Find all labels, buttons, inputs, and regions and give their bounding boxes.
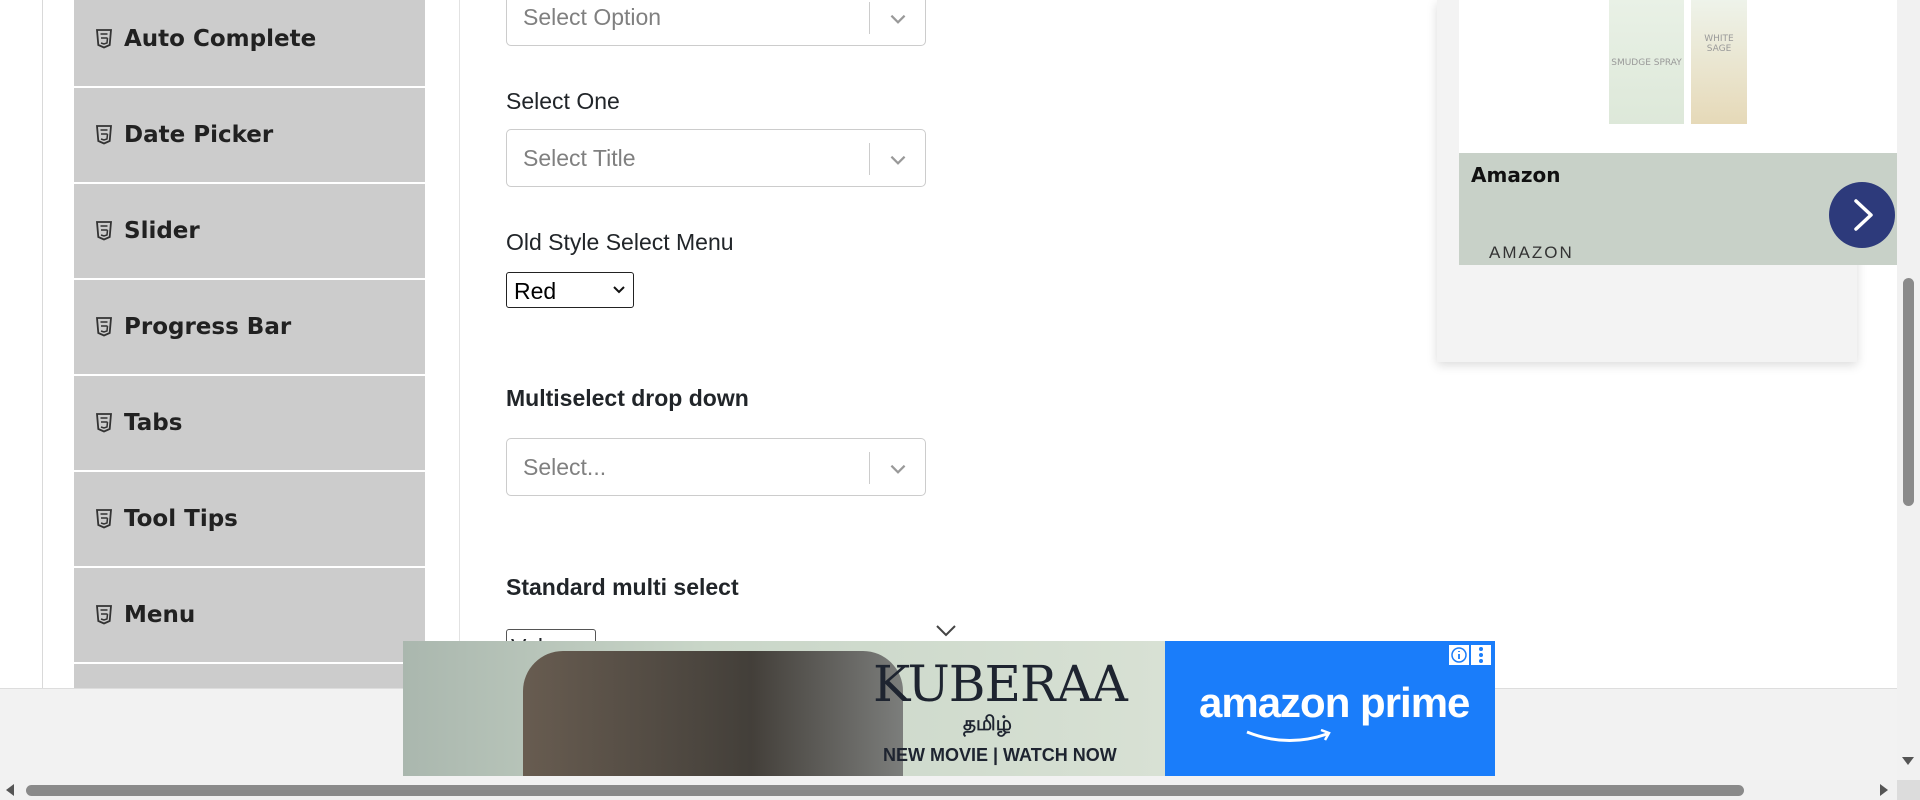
html5-icon <box>96 28 114 50</box>
ad-product-image: SMUDGE SPRAY WHITE SAGE <box>1459 0 1897 153</box>
amazon-smile-icon <box>1246 729 1331 742</box>
ad-brand: AMAZON <box>1489 243 1574 262</box>
horizontal-scrollbar[interactable] <box>0 780 1920 800</box>
chevron-down-icon[interactable] <box>887 149 909 171</box>
sidebar-item-label: Slider <box>124 218 200 244</box>
banner-ad[interactable]: KUBERAA தமிழ் NEW MOVIE | WATCH NOW amaz… <box>403 641 1495 776</box>
chevron-down-icon[interactable] <box>887 8 909 30</box>
product-label-text: WHITE SAGE <box>1704 34 1734 54</box>
multiselect-dropdown[interactable]: Select... <box>506 438 926 496</box>
sidebar-item-label: Progress Bar <box>124 314 292 340</box>
chevron-right-icon <box>1854 199 1873 231</box>
multiselect-placeholder: Select... <box>523 454 607 480</box>
select-title-dropdown[interactable]: Select Title <box>506 129 926 187</box>
select-option-placeholder: Select Option <box>523 4 662 30</box>
chevron-down-icon[interactable] <box>935 623 957 639</box>
ad-open-button[interactable] <box>1829 182 1895 248</box>
select-title-placeholder: Select Title <box>523 145 636 171</box>
sidebar-item-tool-tips[interactable]: Tool Tips <box>74 472 425 566</box>
dropdown-separator <box>869 2 870 34</box>
chevron-down-icon <box>613 286 625 294</box>
sidebar-item-progress-bar[interactable]: Progress Bar <box>74 280 425 374</box>
sidebar-item-auto-complete[interactable]: Auto Complete <box>74 0 425 86</box>
vertical-scrollbar-thumb[interactable] <box>1903 278 1914 506</box>
select-one-label: Select One <box>506 88 620 114</box>
html5-icon <box>96 124 114 146</box>
sidebar-menu: Auto Complete Date Picker Slider Progres… <box>74 0 425 688</box>
ad-more-options-icon[interactable] <box>1471 645 1491 665</box>
sidebar-item-label: Tool Tips <box>124 506 238 532</box>
sidebar-item-date-picker[interactable]: Date Picker <box>74 88 425 182</box>
dropdown-separator <box>869 452 870 484</box>
sidebar-item-label: Auto Complete <box>124 26 317 52</box>
ad-info-icon[interactable] <box>1449 645 1469 665</box>
sidebar-item-label: Menu <box>124 602 196 628</box>
horizontal-scrollbar-thumb[interactable] <box>26 785 1744 796</box>
banner-cta: NEW MOVIE | WATCH NOW <box>883 745 1117 765</box>
product-bottle-image: WHITE SAGE <box>1691 0 1747 124</box>
banner-cast-image <box>523 651 903 776</box>
html5-icon <box>96 316 114 338</box>
amazon-prime-logo: amazon prime <box>1199 679 1470 726</box>
ad-info-bar[interactable]: Amazon AMAZON <box>1459 153 1897 265</box>
sidebar-item-label: Tabs <box>124 410 183 436</box>
multiselect-label: Multiselect drop down <box>506 385 749 411</box>
banner-language: தமிழ் <box>963 713 1012 735</box>
sidebar-item-slider[interactable]: Slider <box>74 184 425 278</box>
standard-multi-select-label: Standard multi select <box>506 574 739 600</box>
sidebar-item-next[interactable] <box>74 664 425 688</box>
banner-prime-panel: amazon prime <box>1165 641 1495 776</box>
ad-title: Amazon <box>1471 163 1561 187</box>
chevron-down-icon[interactable] <box>887 458 909 480</box>
scroll-right-icon[interactable] <box>1880 784 1888 796</box>
old-style-select-label: Old Style Select Menu <box>506 229 734 255</box>
html5-icon <box>96 508 114 530</box>
scroll-left-icon[interactable] <box>6 784 14 796</box>
vertical-scrollbar[interactable] <box>1897 0 1920 780</box>
sidebar-item-menu[interactable]: Menu <box>74 568 425 662</box>
html5-icon <box>96 604 114 626</box>
sidebar-item-label: Date Picker <box>124 122 274 148</box>
product-label-text: SMUDGE SPRAY <box>1611 58 1682 68</box>
sidebar-item-tabs[interactable]: Tabs <box>74 376 425 470</box>
scroll-down-icon[interactable] <box>1902 757 1914 765</box>
content-divider <box>459 0 460 688</box>
html5-icon <box>96 412 114 434</box>
scrollbar-corner <box>1897 780 1920 800</box>
old-style-select[interactable]: Red <box>506 272 634 308</box>
page-left-border <box>42 0 43 688</box>
banner-movie-title: KUBERAA <box>873 655 1128 713</box>
html5-icon <box>96 220 114 242</box>
product-bottle-image: SMUDGE SPRAY <box>1609 0 1684 124</box>
select-option-dropdown[interactable]: Select Option <box>506 0 926 46</box>
old-style-select-value: Red <box>514 278 557 304</box>
dropdown-separator <box>869 143 870 175</box>
